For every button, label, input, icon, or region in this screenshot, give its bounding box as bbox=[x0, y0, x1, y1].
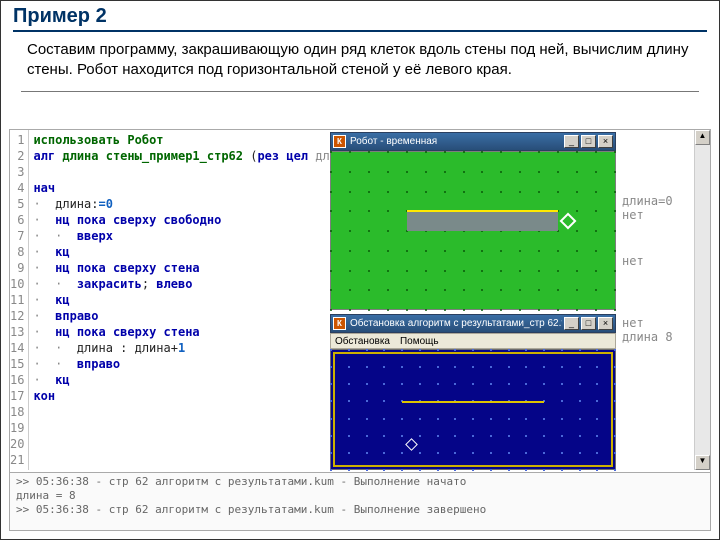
robot-titlebar[interactable]: К Робот - временная _ □ × bbox=[330, 132, 616, 151]
scroll-up-button[interactable]: ▲ bbox=[695, 130, 710, 145]
situation-title-text: Обстановка алгоритм с результатами_стр 6… bbox=[350, 318, 562, 329]
situation-menubar[interactable]: Обстановка Помощь bbox=[330, 333, 616, 349]
maximize-button[interactable]: □ bbox=[581, 317, 596, 330]
robot-title-text: Робот - временная bbox=[350, 136, 562, 147]
code-lines[interactable]: использовать Роботалг длина стены_пример… bbox=[29, 130, 362, 470]
vertical-scrollbar[interactable]: ▲ ▼ bbox=[694, 130, 710, 470]
separator bbox=[21, 91, 699, 92]
slide-frame: Пример 2 Составим программу, закрашивающ… bbox=[0, 0, 720, 540]
minimize-button[interactable]: _ bbox=[564, 317, 579, 330]
situation-field bbox=[330, 349, 616, 470]
maximize-button[interactable]: □ bbox=[581, 135, 596, 148]
scroll-down-button[interactable]: ▼ bbox=[695, 455, 710, 470]
minimize-button[interactable]: _ bbox=[564, 135, 579, 148]
console-output: >> 05:36:38 - стр 62 алгоритм с результа… bbox=[10, 472, 710, 530]
menu-help[interactable]: Помощь bbox=[400, 336, 439, 347]
situation-window[interactable]: К Обстановка алгоритм с результатами_стр… bbox=[330, 314, 616, 470]
robot-field bbox=[330, 151, 616, 310]
close-button[interactable]: × bbox=[598, 317, 613, 330]
slide-title: Пример 2 bbox=[13, 5, 707, 32]
menu-obstanovka[interactable]: Обстановка bbox=[335, 336, 390, 347]
close-button[interactable]: × bbox=[598, 135, 613, 148]
code-editor[interactable]: 123456789101112131415161718192021 исполь… bbox=[10, 130, 328, 470]
robot-window[interactable]: К Робот - временная _ □ × bbox=[330, 132, 616, 310]
robot-app-icon: К bbox=[333, 135, 346, 148]
slide-description: Составим программу, закрашивающую один р… bbox=[1, 32, 719, 87]
line-number-gutter: 123456789101112131415161718192021 bbox=[10, 130, 29, 470]
title-bar: Пример 2 bbox=[1, 1, 719, 32]
situation-app-icon: К bbox=[333, 317, 346, 330]
ide-area: 123456789101112131415161718192021 исполь… bbox=[9, 129, 711, 531]
situation-titlebar[interactable]: К Обстановка алгоритм с результатами_стр… bbox=[330, 314, 616, 333]
